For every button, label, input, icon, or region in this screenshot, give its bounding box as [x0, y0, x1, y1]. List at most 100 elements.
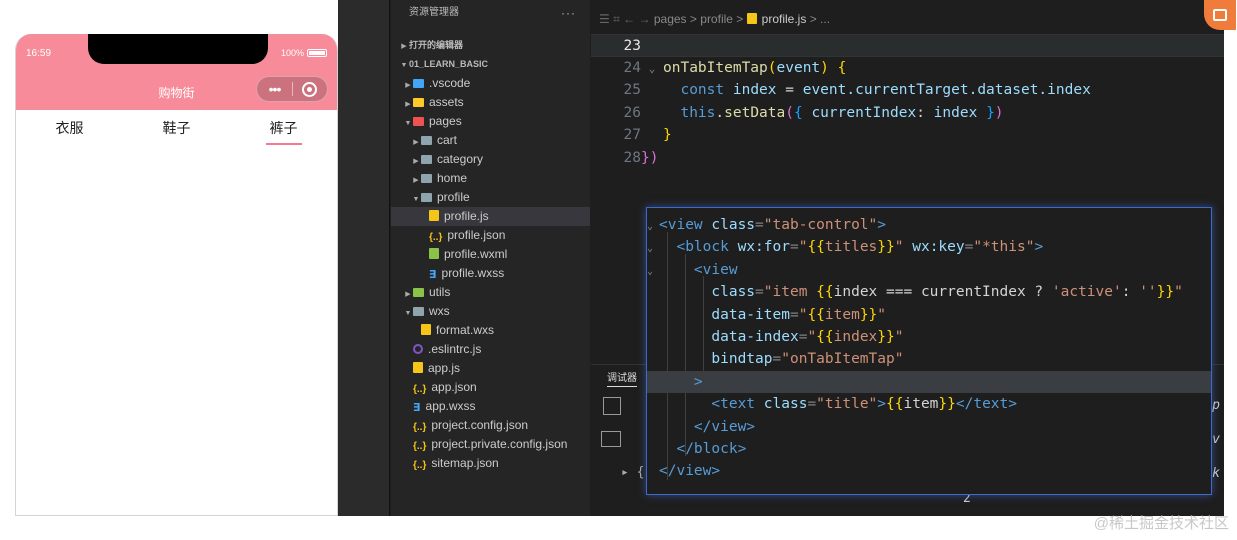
battery-icon	[307, 49, 327, 57]
breadcrumb-item[interactable]: profile	[700, 12, 733, 26]
tree-item[interactable]: {..} project.config.json	[391, 416, 590, 435]
open-editors-label: 打开的编辑器	[409, 40, 464, 50]
wxml-token: bindtap	[711, 351, 773, 368]
wxml-line: ⌄ <view	[647, 259, 1211, 281]
breadcrumb-current[interactable]: profile.js	[762, 12, 807, 26]
tree-item-label: project.private.config.json	[431, 437, 568, 451]
wxs-file-icon	[421, 324, 431, 335]
wxml-token: "onTabItemTap"	[781, 351, 904, 368]
tree-item-label: category	[437, 152, 484, 166]
chevron-down-icon: ▼	[400, 62, 408, 69]
breadcrumb-item[interactable]: pages	[654, 12, 687, 26]
wxml-token: 'active'	[1051, 284, 1122, 301]
object-value: index	[933, 104, 978, 121]
object-key: currentIndex	[811, 104, 917, 121]
code-line: const25 const index = event.currentTarge…	[591, 79, 1224, 102]
fold-chevron-icon[interactable]: ⌄	[641, 58, 663, 81]
debugger-tab[interactable]: 调试器	[607, 369, 637, 387]
more-dots-button[interactable]: •••	[257, 77, 292, 101]
code-line: 28})	[591, 147, 1224, 170]
explorer-sidebar: 资源管理器 ··· ▶ 打开的编辑器 ▼ 01_LEARN_BASIC ▶ .vsco…	[391, 0, 590, 516]
wxml-token: {{	[816, 329, 834, 345]
wxml-token: "	[1174, 284, 1183, 301]
tree-item-label: wxs	[429, 304, 450, 318]
method-name: onTabItemTap	[663, 59, 768, 76]
toggle-sidebar-icon[interactable]	[601, 431, 621, 447]
line-number: 26	[623, 104, 641, 121]
tree-item[interactable]: format.wxs	[391, 321, 590, 340]
explorer-title: 资源管理器	[409, 7, 459, 18]
wxml-token: =	[807, 396, 817, 413]
tree-item[interactable]: {..} profile.json	[391, 226, 590, 245]
tab-control: 衣服 鞋子 裤子	[16, 118, 337, 145]
tree-item-label: app.js	[428, 361, 461, 375]
status-battery: 100%	[281, 48, 327, 58]
folder-icon	[421, 155, 432, 164]
tree-item[interactable]: ▼ wxs	[391, 302, 590, 321]
wxml-token: <block	[676, 239, 729, 256]
folder-icon	[421, 174, 432, 183]
wxml-token: item	[903, 396, 939, 413]
tree-item[interactable]: profile.wxml	[391, 245, 590, 264]
wxml-token: =	[789, 306, 799, 323]
tree-item[interactable]: ∃ profile.wxss	[391, 264, 590, 283]
tree-item[interactable]: .eslintrc.js	[391, 340, 590, 359]
tree-item-label: pages	[429, 114, 462, 128]
open-editors-section[interactable]: ▶ 打开的编辑器	[391, 36, 590, 55]
more-actions-button[interactable]: ···	[561, 0, 576, 26]
tree-item[interactable]: ▶ cart	[391, 131, 590, 150]
wxml-token: </view>	[693, 418, 756, 435]
inspect-element-icon[interactable]	[603, 397, 621, 415]
tree-item[interactable]: ∃ app.wxss	[391, 397, 590, 416]
wxml-token: =	[755, 284, 764, 301]
wxml-token: }}	[1156, 284, 1175, 301]
wxml-token: >	[877, 217, 887, 233]
workspace-root[interactable]: ▼ 01_LEARN_BASIC	[391, 55, 590, 74]
wxml-line: data-index="{{index}}"	[647, 326, 1211, 348]
wxml-token: class	[702, 217, 756, 233]
tree-item-label: app.json	[431, 380, 477, 394]
folder-open-icon	[413, 307, 424, 316]
workspace-root-label: 01_LEARN_BASIC	[409, 59, 489, 69]
wxml-token: :	[1121, 284, 1140, 301]
breadcrumb: ☰ ⌗ ← → pages > profile > profile.js > .…	[591, 0, 1224, 34]
wxml-line: >	[647, 370, 1211, 394]
tree-item[interactable]: ▶ .vscode	[391, 74, 590, 93]
tab-clothes[interactable]: 衣服	[16, 118, 123, 144]
tree-item-label: .vscode	[429, 76, 471, 90]
wxml-token: "*this"	[973, 239, 1035, 256]
tree-item[interactable]: profile.js	[391, 207, 590, 226]
wxml-token: "	[877, 306, 887, 323]
param-name: event	[776, 59, 821, 76]
tree-item-label: profile.js	[444, 209, 489, 223]
tab-pants[interactable]: 裤子	[230, 118, 337, 145]
status-time: 16:59	[26, 48, 52, 59]
tab-label: 鞋子	[162, 120, 191, 136]
wxml-line: </view>	[647, 460, 1211, 482]
tree-item[interactable]: {..} sitemap.json	[391, 454, 590, 473]
tree-item[interactable]: {..} project.private.config.json	[391, 435, 590, 454]
tree-item[interactable]: app.js	[391, 359, 590, 378]
wxml-line: ⌄ <block wx:for="{{titles}}" wx:key="*th…	[647, 236, 1211, 258]
wxml-token: ''	[1139, 284, 1157, 301]
tree-item[interactable]: ▼ pages	[391, 112, 590, 131]
tree-item[interactable]: ▶ utils	[391, 283, 590, 302]
close-miniprogram-button[interactable]	[293, 81, 327, 97]
console-prompt: ▸ {	[621, 465, 645, 480]
fold-chevron-icon: ⌄	[647, 243, 654, 255]
feedback-badge[interactable]	[1204, 0, 1236, 30]
wxml-token: <text	[711, 396, 756, 413]
chat-icon	[1213, 9, 1227, 21]
tree-item[interactable]: ▶ assets	[391, 93, 590, 112]
breadcrumb-item[interactable]: ...	[820, 12, 830, 26]
tree-item-label: sitemap.json	[431, 456, 499, 470]
tree-item[interactable]: ▶ category	[391, 150, 590, 169]
tree-item[interactable]: ▼ profile	[391, 188, 590, 207]
tree-item[interactable]: {..} app.json	[391, 378, 590, 397]
keyword: const	[680, 82, 725, 98]
wxml-token: >	[1034, 239, 1044, 256]
wxml-line: </view>	[647, 416, 1211, 438]
wxml-token: "item	[763, 284, 817, 301]
tree-item[interactable]: ▶ home	[391, 169, 590, 188]
tab-shoes[interactable]: 鞋子	[123, 118, 230, 144]
